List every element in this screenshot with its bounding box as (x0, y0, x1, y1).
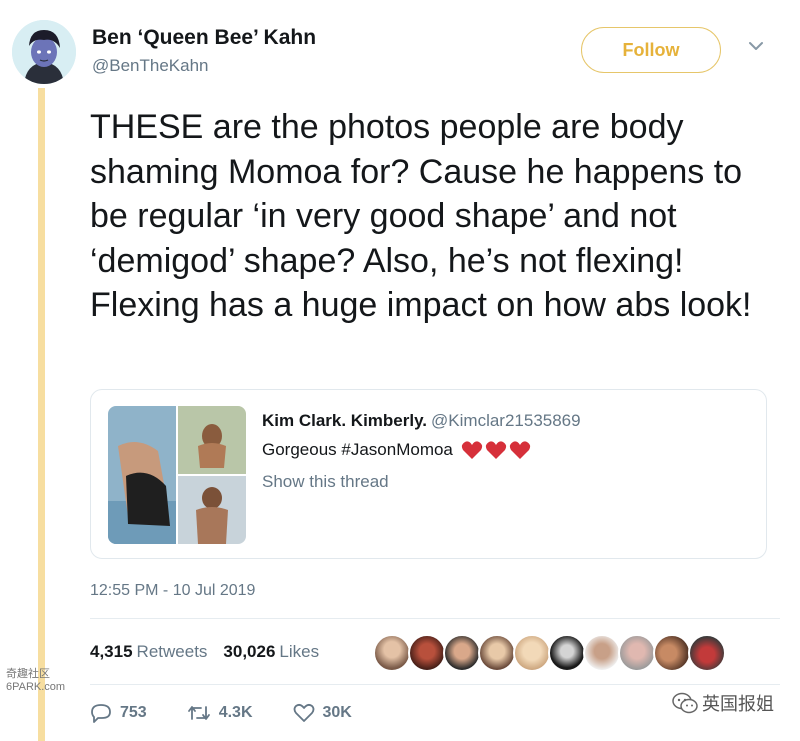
quoted-author-name: Kim Clark. Kimberly. (262, 411, 428, 430)
quoted-tweet-photos[interactable] (108, 406, 246, 544)
liker-avatar[interactable] (478, 634, 516, 672)
retweets-stat[interactable]: 4,315 Retweets (90, 642, 207, 662)
quoted-tweet-card[interactable]: Kim Clark. Kimberly. @Kimclar21535869 Gor… (90, 389, 767, 559)
show-thread-link[interactable]: Show this thread (262, 472, 389, 492)
like-button[interactable]: 30K (293, 703, 352, 723)
liker-avatar[interactable] (653, 634, 691, 672)
watermark-wechat-text: 英国报姐 (702, 694, 774, 714)
engagement-stats: 4,315 Retweets 30,026 Likes (90, 642, 319, 662)
retweet-button[interactable]: 4.3K (187, 703, 253, 723)
red-heart-icon (485, 441, 507, 459)
retweet-action-count: 4.3K (218, 704, 253, 721)
chevron-down-icon[interactable] (748, 40, 764, 52)
retweets-count: 4,315 (90, 642, 133, 661)
liker-avatar[interactable] (408, 634, 446, 672)
liker-avatar[interactable] (618, 634, 656, 672)
retweets-label: Retweets (136, 642, 208, 661)
tweet-actions: 753 4.3K 30K (90, 703, 392, 723)
watermark-6park-line2: 6PARK.com (6, 681, 66, 693)
author-handle[interactable]: @BenTheKahn (92, 56, 209, 76)
divider (90, 618, 780, 619)
quoted-text-body: Gorgeous #JasonMomoa (262, 440, 453, 459)
liker-avatar[interactable] (583, 634, 621, 672)
like-action-count: 30K (322, 704, 352, 721)
heart-emojis (461, 440, 531, 460)
red-heart-icon (509, 441, 531, 459)
reply-count: 753 (120, 704, 147, 721)
tweet-timestamp[interactable]: 12:55 PM - 10 Jul 2019 (90, 582, 255, 600)
quoted-author-handle: @Kimclar21535869 (431, 411, 581, 430)
liker-avatars (373, 634, 726, 672)
quoted-author[interactable]: Kim Clark. Kimberly. @Kimclar21535869 (262, 411, 581, 431)
avatar-illustration (12, 20, 76, 84)
divider (90, 684, 780, 685)
wechat-icon (672, 692, 698, 714)
follow-button[interactable]: Follow (581, 27, 721, 73)
photo-collage (108, 406, 246, 544)
red-heart-icon (461, 441, 483, 459)
watermark-6park-line1: 奇趣社区 (6, 668, 50, 680)
likes-label: Likes (279, 642, 320, 661)
retweet-icon (187, 706, 210, 720)
author-avatar[interactable] (12, 20, 76, 84)
liker-avatar[interactable] (373, 634, 411, 672)
reply-icon (91, 704, 111, 723)
tweet-text: THESE are the photos people are body sha… (90, 108, 752, 324)
likes-stat[interactable]: 30,026 Likes (223, 642, 319, 662)
liker-avatar[interactable] (513, 634, 551, 672)
watermark-6park: 奇趣社区 6PARK.com (6, 668, 66, 696)
liker-avatar[interactable] (443, 634, 481, 672)
watermark-wechat: 英国报姐 (672, 690, 774, 716)
quoted-tweet-text: Gorgeous #JasonMomoa (262, 440, 531, 460)
author-name[interactable]: Ben ‘Queen Bee’ Kahn (92, 26, 316, 50)
reply-button[interactable]: 753 (90, 703, 147, 723)
liker-avatar[interactable] (548, 634, 586, 672)
thread-line (38, 88, 45, 741)
liker-avatar[interactable] (688, 634, 726, 672)
heart-outline-icon (293, 703, 314, 722)
likes-count: 30,026 (223, 642, 276, 661)
